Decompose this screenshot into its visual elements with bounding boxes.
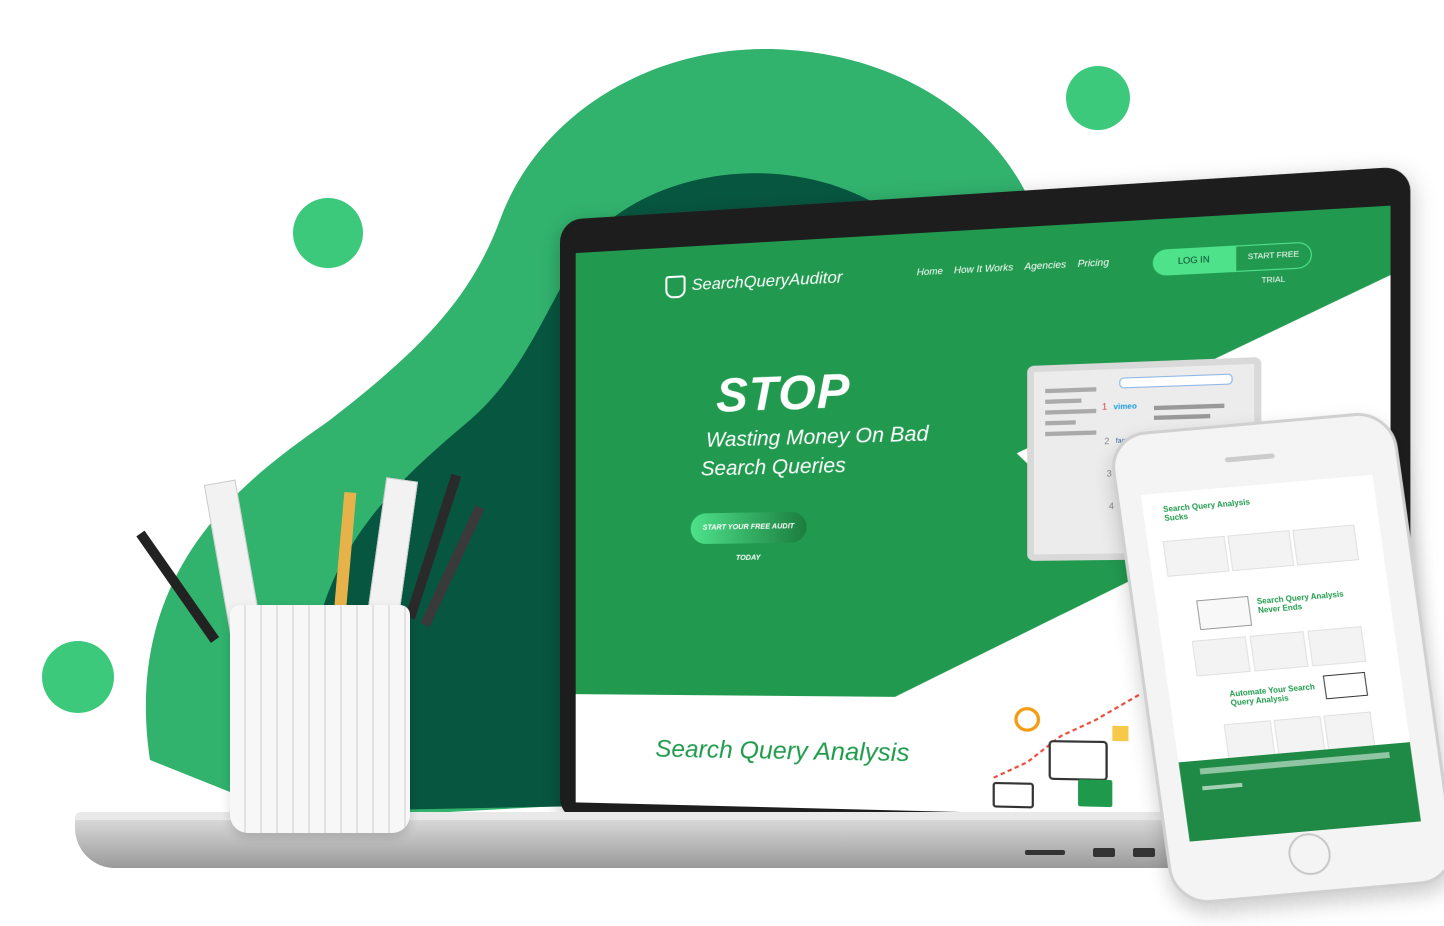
- phone-card: [1249, 631, 1309, 672]
- hero-subline-2: Search Queries: [700, 454, 846, 481]
- result-number-4: 4: [1108, 501, 1115, 512]
- phone-screen: Search Query Analysis Sucks Search Query…: [1140, 474, 1422, 842]
- phone-card: [1292, 524, 1360, 566]
- vimeo-label: vimeo: [1113, 403, 1137, 412]
- dot-bottom-left: [42, 641, 114, 713]
- dot-mid-left: [293, 198, 363, 268]
- phone-speaker-icon: [1224, 453, 1276, 463]
- pencil-cup: [230, 605, 410, 833]
- nav-link-home[interactable]: Home: [917, 266, 943, 278]
- usb-port-icon: [1133, 848, 1155, 857]
- phone-footer: [1178, 742, 1422, 842]
- nav-link-agencies[interactable]: Agencies: [1024, 259, 1066, 272]
- phone-illustration: [1196, 595, 1253, 631]
- mock-sidebar: [1045, 381, 1097, 533]
- phone-card: [1162, 535, 1230, 577]
- result-number-3: 3: [1106, 468, 1112, 479]
- start-audit-button[interactable]: START YOUR FREE AUDIT TODAY: [690, 511, 807, 562]
- phone-illustration: [1322, 671, 1369, 700]
- mock-search-bar: [1119, 373, 1233, 389]
- nav-link-pricing[interactable]: Pricing: [1078, 257, 1109, 269]
- phone-section-title-3: Automate Your Search Query Analysis: [1228, 682, 1316, 708]
- dot-top-right: [1066, 66, 1130, 130]
- usb-port-icon: [1025, 850, 1065, 855]
- phone-card: [1227, 530, 1295, 572]
- phone-section-title-2: Search Query Analysis Never Ends: [1256, 589, 1345, 616]
- usb-port-icon: [1093, 848, 1115, 857]
- phone-section-title-1: Search Query Analysis Sucks: [1162, 497, 1251, 523]
- analytics-illustration: [983, 676, 1153, 819]
- result-number-1: 1: [1102, 401, 1108, 412]
- phone-footer-logo: [1202, 782, 1243, 791]
- phone-home-button[interactable]: [1285, 831, 1334, 877]
- login-button[interactable]: LOG IN: [1152, 245, 1236, 277]
- start-trial-button[interactable]: START FREE TRIAL: [1235, 241, 1312, 285]
- section-title: Search Query Analysis: [655, 735, 910, 768]
- phone-card: [1191, 636, 1251, 677]
- shield-icon: [665, 275, 686, 299]
- hero-headline: STOP: [716, 363, 851, 423]
- phone-card: [1307, 626, 1367, 667]
- result-number-2: 2: [1104, 436, 1110, 447]
